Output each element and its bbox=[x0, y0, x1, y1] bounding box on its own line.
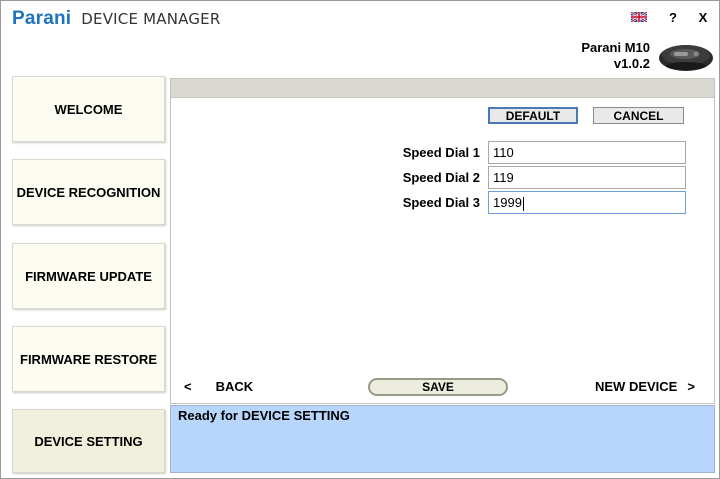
default-button[interactable]: DEFAULT bbox=[488, 107, 578, 124]
nav-label: WELCOME bbox=[54, 101, 123, 117]
text-caret bbox=[522, 196, 524, 211]
next-arrow-icon: > bbox=[687, 379, 695, 394]
headset-device-icon bbox=[656, 39, 714, 73]
nav-label: DEVICE RECOGNITION bbox=[16, 184, 161, 200]
speed-dial-3-label: Speed Dial 3 bbox=[402, 195, 480, 210]
speed-dial-1-value: 110 bbox=[493, 145, 514, 160]
panel-header bbox=[170, 78, 715, 98]
nav-label: FIRMWARE UPDATE bbox=[25, 268, 152, 284]
new-device-label: NEW DEVICE bbox=[595, 379, 678, 394]
speed-dial-2-label: Speed Dial 2 bbox=[402, 170, 480, 185]
nav-welcome[interactable]: WELCOME bbox=[12, 76, 165, 142]
save-button[interactable]: SAVE bbox=[368, 378, 508, 396]
language-flag-button[interactable] bbox=[630, 8, 648, 26]
close-button[interactable]: X bbox=[694, 8, 712, 26]
device-name: Parani M10 bbox=[581, 40, 650, 55]
help-button[interactable]: ? bbox=[664, 8, 682, 26]
nav-firmware-restore[interactable]: FIRMWARE RESTORE bbox=[12, 326, 165, 392]
uk-flag-icon bbox=[631, 12, 647, 22]
app-header: Parani DEVICE MANAGER bbox=[12, 8, 221, 29]
nav-firmware-update[interactable]: FIRMWARE UPDATE bbox=[12, 243, 165, 309]
nav-label: FIRMWARE RESTORE bbox=[20, 351, 157, 367]
nav-device-setting[interactable]: DEVICE SETTING bbox=[12, 409, 165, 473]
speed-dial-2-value: 119 bbox=[493, 170, 514, 185]
speed-dial-3-value: 1999 bbox=[493, 195, 522, 210]
device-version: v1.0.2 bbox=[613, 56, 650, 71]
nav-label: DEVICE SETTING bbox=[34, 433, 143, 449]
back-button[interactable]: < BACK bbox=[184, 378, 253, 396]
status-message-box: Ready for DEVICE SETTING bbox=[170, 405, 715, 473]
speed-dial-2-input[interactable]: 119 bbox=[488, 166, 686, 189]
speed-dial-1-input[interactable]: 110 bbox=[488, 141, 686, 164]
app-title: DEVICE MANAGER bbox=[81, 10, 221, 28]
speed-dial-3-input[interactable]: 1999 bbox=[488, 191, 686, 214]
nav-device-recognition[interactable]: DEVICE RECOGNITION bbox=[12, 159, 165, 225]
device-info: Parani M10 v1.0.2 bbox=[581, 40, 650, 72]
brand-logo: Parani bbox=[12, 8, 72, 29]
status-text: Ready for DEVICE SETTING bbox=[178, 408, 350, 423]
back-label: BACK bbox=[215, 379, 254, 394]
new-device-button[interactable]: NEW DEVICE > bbox=[595, 378, 695, 396]
back-arrow-icon: < bbox=[184, 379, 192, 394]
speed-dial-1-label: Speed Dial 1 bbox=[402, 145, 480, 160]
cancel-button[interactable]: CANCEL bbox=[593, 107, 684, 124]
